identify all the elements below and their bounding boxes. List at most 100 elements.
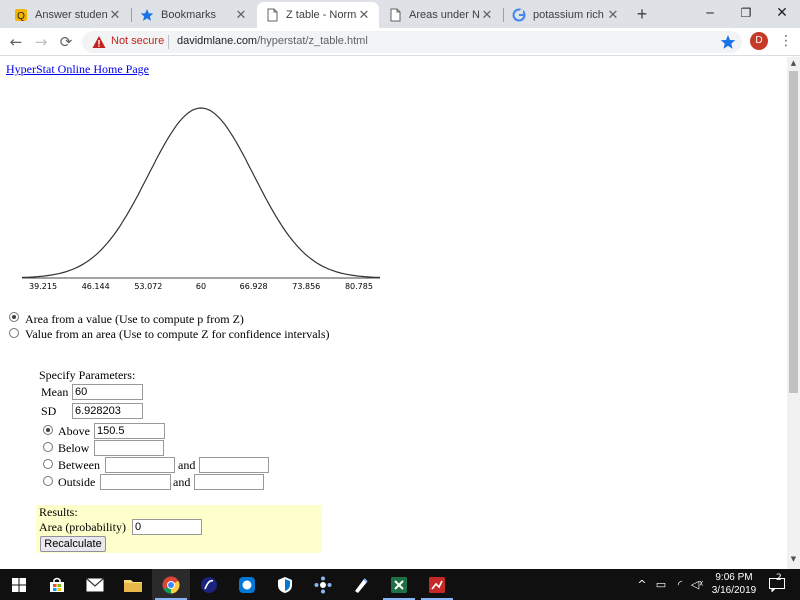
outside-label: Outside bbox=[58, 475, 96, 489]
taskbar-file-explorer[interactable] bbox=[114, 569, 152, 600]
taskbar-store[interactable] bbox=[38, 569, 76, 600]
new-tab-button[interactable]: + bbox=[632, 4, 652, 24]
outside-low-input[interactable] bbox=[100, 474, 171, 490]
taskbar-app-network[interactable] bbox=[304, 569, 342, 600]
notification-count: 2 bbox=[776, 573, 782, 583]
above-radio[interactable] bbox=[43, 425, 53, 435]
value-from-area-label[interactable]: Value from an area (Use to compute Z for… bbox=[25, 327, 330, 342]
action-center-icon[interactable]: 2 bbox=[766, 569, 788, 600]
url-text[interactable]: davidmlane.com/hyperstat/z_table.html bbox=[177, 35, 368, 47]
close-icon[interactable]: ✕ bbox=[108, 8, 122, 22]
taskbar-app-blue[interactable] bbox=[190, 569, 228, 600]
tick-label: 80.785 bbox=[345, 282, 373, 291]
address-bar[interactable]: Not secure davidmlane.com/hyperstat/z_ta… bbox=[82, 31, 742, 53]
between-label: Between bbox=[58, 458, 100, 472]
recalculate-button[interactable]: Recalculate bbox=[40, 536, 106, 552]
close-window-button[interactable]: ✕ bbox=[764, 0, 800, 26]
close-icon[interactable]: ✕ bbox=[234, 8, 248, 22]
close-icon[interactable]: ✕ bbox=[480, 8, 494, 22]
area-from-value-label[interactable]: Area from a value (Use to compute p from… bbox=[25, 312, 244, 327]
normal-curve-graph: 39.215 46.144 53.072 60 66.928 73.856 80.785 bbox=[21, 107, 381, 291]
chart-app-icon bbox=[429, 576, 445, 593]
taskbar-clock[interactable]: 9:06 PM 3/16/2019 bbox=[706, 571, 762, 597]
restore-button[interactable]: ❐ bbox=[728, 0, 764, 26]
tab-title: Z table - Normal I bbox=[286, 9, 357, 21]
not-secure-label[interactable]: Not secure bbox=[111, 35, 164, 47]
between-radio[interactable] bbox=[43, 459, 53, 469]
and-label: and bbox=[178, 458, 196, 472]
reload-button[interactable]: ⟳ bbox=[54, 30, 78, 54]
between-high-input[interactable] bbox=[199, 457, 269, 473]
url-host: davidmlane.com bbox=[177, 35, 258, 47]
close-icon[interactable]: ✕ bbox=[357, 8, 371, 22]
excel-icon bbox=[391, 576, 407, 593]
tick-label: 46.144 bbox=[82, 282, 110, 291]
tab-strip: Q Answer students' ✕ Bookmarks ✕ Z table… bbox=[0, 0, 800, 28]
browser-toolbar: ← → ⟳ Not secure davidmlane.com/hypersta… bbox=[0, 28, 800, 56]
taskbar-skype[interactable] bbox=[228, 569, 266, 600]
tick-label: 39.215 bbox=[29, 282, 57, 291]
tab-bookmarks[interactable]: Bookmarks ✕ bbox=[132, 2, 256, 28]
clock-date: 3/16/2019 bbox=[711, 585, 757, 596]
value-from-area-radio[interactable] bbox=[9, 328, 19, 338]
outside-radio[interactable] bbox=[43, 476, 53, 486]
start-button[interactable] bbox=[0, 569, 38, 600]
url-path: /hyperstat/z_table.html bbox=[257, 35, 368, 47]
warning-icon bbox=[92, 36, 106, 48]
params-title: Specify Parameters: bbox=[39, 368, 136, 382]
below-radio[interactable] bbox=[43, 442, 53, 452]
pen-app-icon bbox=[355, 577, 368, 593]
area-probability-input[interactable]: 0 bbox=[132, 519, 202, 535]
sd-input[interactable]: 6.928203 bbox=[72, 403, 143, 419]
more-menu-icon[interactable]: ⋮ bbox=[778, 32, 794, 50]
svg-text:Q: Q bbox=[17, 11, 25, 22]
close-icon[interactable]: ✕ bbox=[606, 8, 620, 22]
back-button[interactable]: ← bbox=[4, 30, 28, 54]
minimize-button[interactable]: ─ bbox=[692, 0, 728, 26]
above-input[interactable]: 150.5 bbox=[94, 423, 165, 439]
scroll-thumb[interactable] bbox=[789, 71, 798, 393]
tick-label: 60 bbox=[196, 282, 206, 291]
scroll-up-arrow-icon[interactable]: ▲ bbox=[787, 59, 800, 69]
taskbar-chart-app[interactable] bbox=[418, 569, 456, 600]
taskbar-chrome[interactable] bbox=[152, 569, 190, 600]
below-label: Below bbox=[58, 441, 90, 455]
below-input[interactable] bbox=[94, 440, 164, 456]
above-label: Above bbox=[58, 424, 90, 438]
between-low-input[interactable] bbox=[105, 457, 175, 473]
windows-taskbar: ^ ▭ ◜ ◁ᵡ 9:06 PM 3/16/2019 2 bbox=[0, 569, 800, 600]
forward-button[interactable]: → bbox=[29, 30, 53, 54]
tab-title: potassium rich fo bbox=[533, 9, 606, 21]
tab-answer-students[interactable]: Q Answer students' ✕ bbox=[6, 2, 130, 28]
taskbar-excel[interactable] bbox=[380, 569, 418, 600]
mean-input[interactable]: 60 bbox=[72, 384, 143, 400]
taskbar-app-pen[interactable] bbox=[342, 569, 380, 600]
chrome-icon bbox=[162, 576, 180, 593]
store-bag-icon bbox=[50, 577, 64, 592]
divider bbox=[168, 35, 169, 49]
bookmark-star-icon[interactable] bbox=[720, 34, 736, 50]
vertical-scrollbar[interactable]: ▲ ▼ bbox=[787, 57, 800, 569]
tab-z-table[interactable]: Z table - Normal I ✕ bbox=[257, 2, 379, 28]
area-from-value-radio[interactable] bbox=[9, 312, 19, 322]
tab-google-search[interactable]: potassium rich fo ✕ bbox=[504, 2, 628, 28]
windows-logo-icon bbox=[12, 577, 26, 592]
tab-areas-under-normal[interactable]: Areas under Norm ✕ bbox=[380, 2, 502, 28]
mail-icon bbox=[86, 577, 104, 591]
normal-curve-line bbox=[21, 107, 381, 279]
results-title: Results: bbox=[39, 505, 78, 519]
outside-high-input[interactable] bbox=[194, 474, 264, 490]
battery-icon[interactable]: ▭ bbox=[652, 569, 670, 600]
profile-avatar[interactable]: D bbox=[750, 32, 768, 50]
folder-icon bbox=[124, 579, 142, 592]
volume-icon[interactable]: ◁ᵡ bbox=[689, 569, 705, 600]
app-blue-icon bbox=[201, 576, 217, 593]
wifi-icon[interactable]: ◜ bbox=[672, 569, 688, 600]
taskbar-mail[interactable] bbox=[76, 569, 114, 600]
tab-title: Bookmarks bbox=[161, 9, 217, 21]
tick-label: 53.072 bbox=[134, 282, 162, 291]
taskbar-defender[interactable] bbox=[266, 569, 304, 600]
tick-label: 73.856 bbox=[292, 282, 320, 291]
scroll-down-arrow-icon[interactable]: ▼ bbox=[787, 555, 800, 565]
show-hidden-icons-icon[interactable]: ^ bbox=[634, 569, 650, 600]
